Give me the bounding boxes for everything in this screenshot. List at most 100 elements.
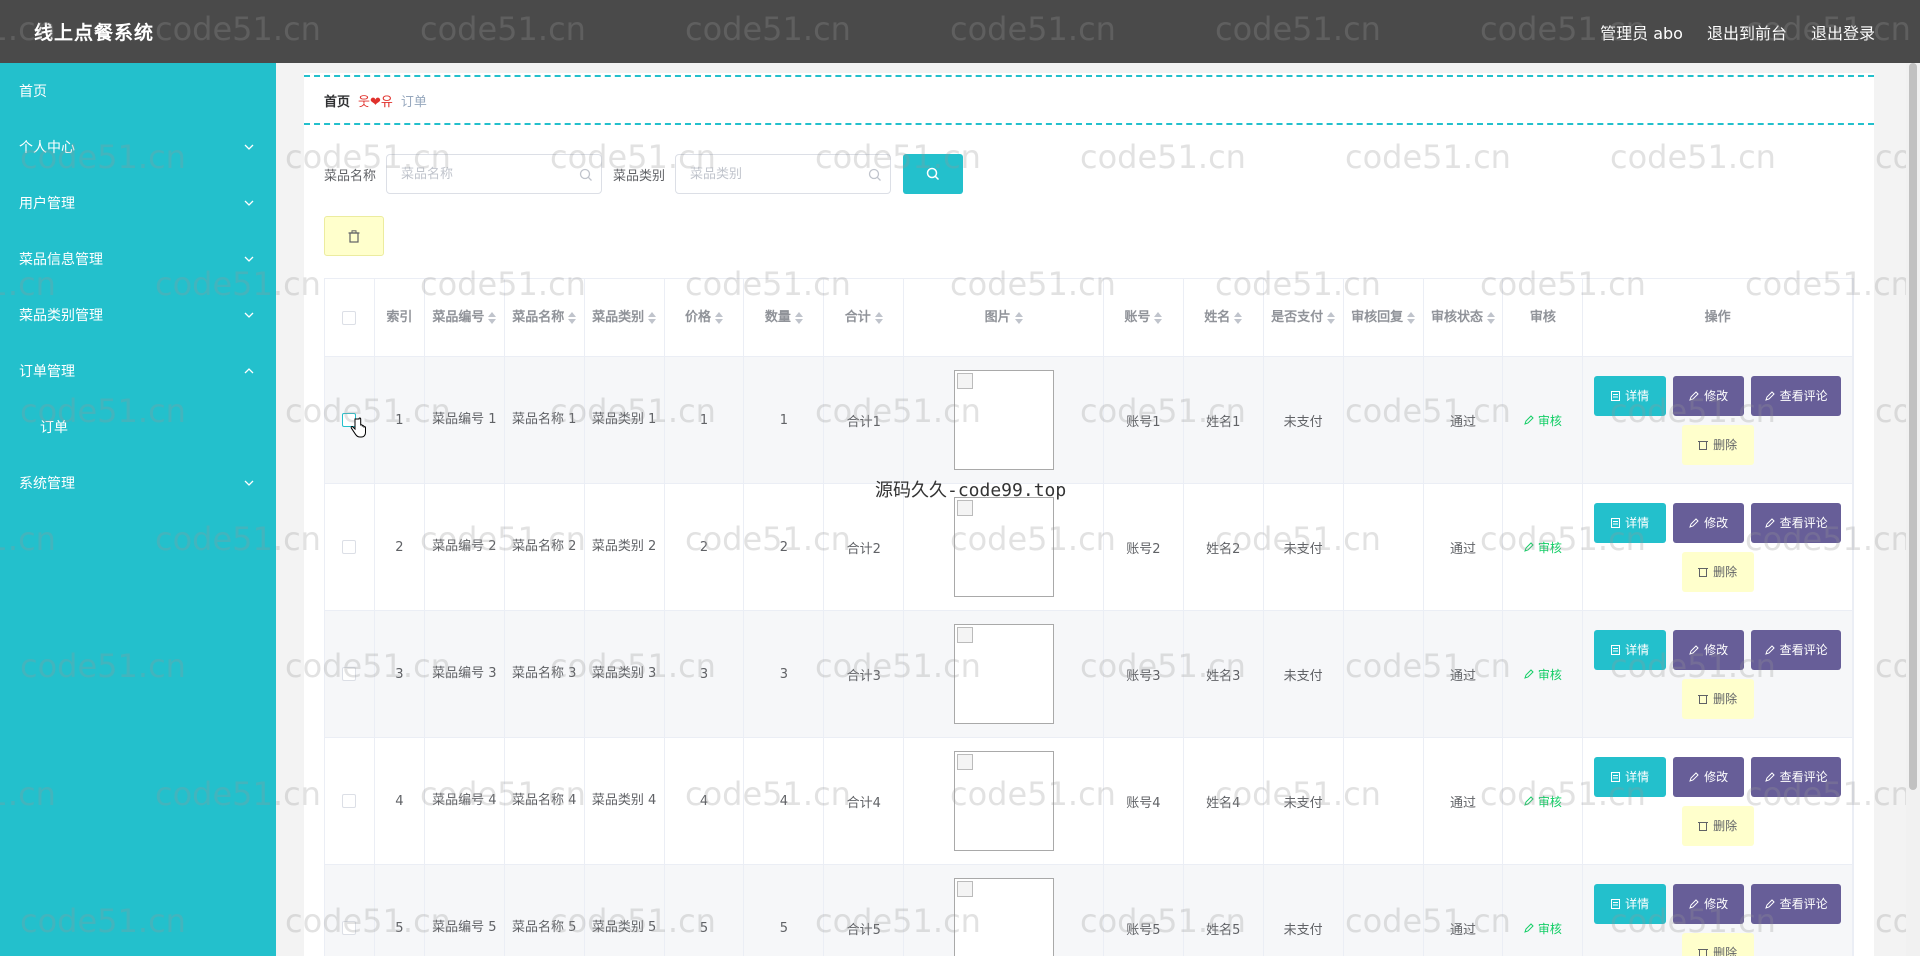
logout-link[interactable]: 退出登录 xyxy=(1811,20,1875,44)
sidebar-item-1[interactable]: 个人中心 xyxy=(0,119,276,175)
broken-image-icon xyxy=(956,627,973,643)
delete-button[interactable]: 删除 xyxy=(1681,551,1754,592)
table-row: 1 菜品编号 1 菜品名称 1 菜品类别 1 1 1 合计1 账号1 姓名1 未支付 通过 审核 详情 修… xyxy=(325,357,1853,484)
cell-type: 菜品类别 4 xyxy=(591,793,657,808)
delete-button[interactable]: 删除 xyxy=(1681,424,1754,465)
scrollbar[interactable] xyxy=(1906,63,1920,956)
sort-caret-icon[interactable] xyxy=(1154,311,1163,324)
row-checkbox[interactable] xyxy=(342,413,357,427)
table-header-cell[interactable]: 姓名 xyxy=(1184,279,1264,356)
audit-link[interactable]: 审核 xyxy=(1524,920,1562,937)
table-cell xyxy=(325,865,375,956)
table-header-cell[interactable]: 合计 xyxy=(824,279,905,356)
chevron-down-icon xyxy=(244,312,254,318)
scrollbar-thumb[interactable] xyxy=(1909,63,1917,790)
dish-type-input[interactable] xyxy=(676,155,891,193)
row-checkbox[interactable] xyxy=(342,667,357,681)
sidebar-item-7[interactable]: 系统管理 xyxy=(0,455,276,511)
audit-label: 审核 xyxy=(1537,413,1562,428)
sort-caret-icon[interactable] xyxy=(648,311,657,324)
table-cell: 菜品类别 3 xyxy=(585,611,665,737)
delete-button[interactable]: 删除 xyxy=(1681,678,1754,719)
detail-button[interactable]: 详情 xyxy=(1594,883,1667,924)
row-checkbox[interactable] xyxy=(342,794,357,808)
table-cell: 菜品编号 1 xyxy=(425,357,505,483)
view-reviews-button[interactable]: 查看评论 xyxy=(1751,502,1842,543)
table-cell: 合计2 xyxy=(824,484,905,610)
table-cell: 3 xyxy=(375,611,425,737)
batch-delete-button[interactable] xyxy=(324,216,384,256)
column-header-label: 姓名 xyxy=(1204,309,1231,325)
table-cell: 通过 xyxy=(1424,611,1504,737)
audit-link[interactable]: 审核 xyxy=(1524,793,1562,810)
sidebar-item-5[interactable]: 订单管理 xyxy=(0,343,276,399)
table-header-cell[interactable]: 数量 xyxy=(744,279,825,356)
edit-button[interactable]: 修改 xyxy=(1673,629,1745,670)
sort-caret-icon[interactable] xyxy=(874,311,883,324)
select-all-checkbox[interactable] xyxy=(342,310,357,325)
row-checkbox[interactable] xyxy=(342,921,357,935)
view-reviews-button[interactable]: 查看评论 xyxy=(1751,756,1842,797)
sort-caret-icon[interactable] xyxy=(794,311,803,324)
edit-button[interactable]: 修改 xyxy=(1673,375,1745,416)
table-header-cell[interactable]: 审核回复 xyxy=(1344,279,1424,356)
view-reviews-button[interactable]: 查看评论 xyxy=(1751,629,1842,670)
detail-button[interactable]: 详情 xyxy=(1594,502,1667,543)
table-cell: 未支付 xyxy=(1264,484,1344,610)
sidebar-item-0[interactable]: 首页 xyxy=(0,63,276,119)
admin-user-label[interactable]: 管理员 abo xyxy=(1600,20,1683,44)
table-header-cell[interactable]: 审核状态 xyxy=(1424,279,1504,356)
audit-link[interactable]: 审核 xyxy=(1524,539,1562,556)
search-button[interactable] xyxy=(903,154,964,194)
back-to-frontend-link[interactable]: 退出到前台 xyxy=(1707,20,1787,44)
breadcrumb-home[interactable]: 首页 xyxy=(324,91,350,110)
sidebar-item-2[interactable]: 用户管理 xyxy=(0,175,276,231)
sidebar-item-4[interactable]: 菜品类别管理 xyxy=(0,287,276,343)
detail-button[interactable]: 详情 xyxy=(1594,756,1667,797)
dish-type-input-wrap xyxy=(675,154,892,194)
table-header-cell[interactable]: 菜品类别 xyxy=(585,279,665,356)
view-reviews-button-label: 查看评论 xyxy=(1779,770,1828,784)
sort-caret-icon[interactable] xyxy=(1014,311,1023,324)
table-header-cell[interactable]: 菜品名称 xyxy=(505,279,585,356)
table-header-cell[interactable]: 账号 xyxy=(1104,279,1184,356)
cell-price: 3 xyxy=(699,666,709,682)
table-cell xyxy=(1344,611,1424,737)
sort-caret-icon[interactable] xyxy=(1486,311,1495,324)
sort-caret-icon[interactable] xyxy=(568,311,577,324)
sort-caret-icon[interactable] xyxy=(488,311,497,324)
view-reviews-button[interactable]: 查看评论 xyxy=(1751,883,1842,924)
breadcrumb-current: 订单 xyxy=(400,94,427,110)
sidebar-item-6[interactable]: 订单 xyxy=(0,399,276,455)
delete-button[interactable]: 删除 xyxy=(1681,932,1754,956)
broken-image-icon xyxy=(956,881,973,897)
broken-image-icon xyxy=(956,500,973,516)
cell-code: 菜品编号 2 xyxy=(432,539,497,554)
table-cell: 详情 修改 查看评论删除 xyxy=(1583,611,1853,737)
view-reviews-button[interactable]: 查看评论 xyxy=(1751,375,1842,416)
delete-button[interactable]: 删除 xyxy=(1681,805,1754,846)
table-header-cell[interactable]: 图片 xyxy=(904,279,1104,356)
view-reviews-button-label: 查看评论 xyxy=(1779,897,1828,911)
edit-icon xyxy=(1524,796,1534,806)
table-header-cell[interactable]: 价格 xyxy=(665,279,745,356)
sort-caret-icon[interactable] xyxy=(1407,311,1416,324)
sort-caret-icon[interactable] xyxy=(715,311,723,324)
detail-button[interactable]: 详情 xyxy=(1594,629,1667,670)
sort-caret-icon[interactable] xyxy=(1234,311,1243,324)
audit-link[interactable]: 审核 xyxy=(1524,412,1562,429)
detail-button[interactable]: 详情 xyxy=(1594,375,1667,416)
edit-button[interactable]: 修改 xyxy=(1673,502,1745,543)
table-header-cell[interactable]: 菜品编号 xyxy=(425,279,505,356)
dish-name-input[interactable] xyxy=(387,155,602,193)
cell-index: 3 xyxy=(395,666,404,682)
edit-button[interactable]: 修改 xyxy=(1673,756,1745,797)
table-header-cell[interactable]: 是否支付 xyxy=(1264,279,1344,356)
audit-link[interactable]: 审核 xyxy=(1524,666,1562,683)
chevron-down-icon xyxy=(244,200,254,206)
table-header-cell[interactable] xyxy=(325,279,375,356)
sidebar-item-3[interactable]: 菜品信息管理 xyxy=(0,231,276,287)
row-checkbox[interactable] xyxy=(342,540,357,554)
sort-caret-icon[interactable] xyxy=(1327,311,1336,324)
edit-button[interactable]: 修改 xyxy=(1673,883,1745,924)
